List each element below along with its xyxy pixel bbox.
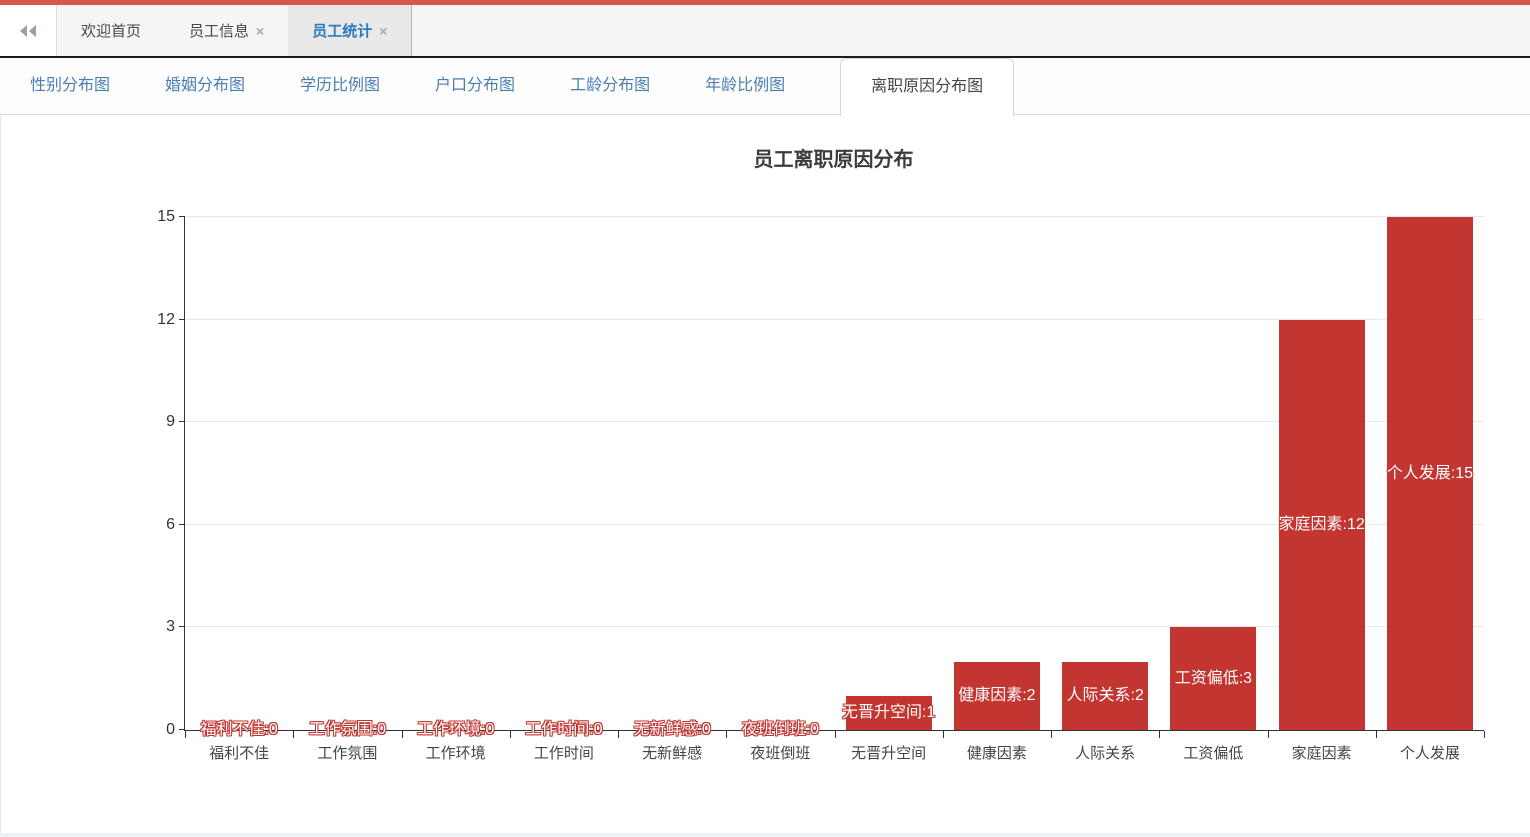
x-axis-category-label: 工作氛围 <box>317 742 377 763</box>
y-axis-label: 3 <box>133 616 175 638</box>
bar-value-label: 工作氛围:0 <box>309 719 386 741</box>
x-axis-category-label: 健康因素 <box>967 742 1027 763</box>
x-axis-category-label: 家庭因素 <box>1292 742 1352 763</box>
y-axis-tick <box>179 729 185 730</box>
window-tab-0[interactable]: 欢迎首页 <box>57 5 165 56</box>
chart-tab-5[interactable]: 年龄比例图 <box>705 58 785 114</box>
bar-value-label: 夜班倒班:0 <box>742 719 819 741</box>
x-axis-category-label: 无新鲜感 <box>642 742 702 763</box>
x-axis-tick <box>185 731 186 738</box>
x-axis-category-label: 个人发展 <box>1400 742 1460 763</box>
bar-value-label: 无新鲜感:0 <box>633 719 710 741</box>
window-tab-label: 欢迎首页 <box>81 20 141 41</box>
y-axis-label: 9 <box>133 411 175 433</box>
bar-value-label: 健康因素:2 <box>958 685 1035 707</box>
x-axis-category-label: 工资偏低 <box>1183 742 1243 763</box>
bottom-edge-strip <box>0 833 1530 837</box>
chart-tab-4[interactable]: 工龄分布图 <box>570 58 650 114</box>
x-axis-category-label: 工作时间 <box>534 742 594 763</box>
tab-close-icon[interactable]: × <box>379 24 387 38</box>
x-axis-tick <box>943 731 944 738</box>
window-tabs: 欢迎首页 员工信息 × 员工统计 × <box>57 5 412 56</box>
x-axis-category-label: 夜班倒班 <box>750 742 810 763</box>
window-tab-bar: 欢迎首页 员工信息 × 员工统计 × <box>0 5 1530 58</box>
y-axis-tick <box>179 524 185 525</box>
window-tab-1[interactable]: 员工信息 × <box>165 5 288 56</box>
y-axis-label: 15 <box>133 206 175 228</box>
x-axis-tick <box>293 731 294 738</box>
collapse-tabs-button[interactable] <box>0 5 57 56</box>
gridline <box>185 216 1484 217</box>
chart-title: 员工离职原因分布 <box>184 143 1483 172</box>
y-axis-tick <box>179 626 185 627</box>
x-axis-category-label: 福利不佳 <box>209 742 269 763</box>
bar-value-label: 无晋升空间:1 <box>842 702 935 724</box>
x-axis-tick <box>835 731 836 738</box>
y-axis-tick <box>179 216 185 217</box>
bar-chart-plot: 03691215福利不佳:0福利不佳工作氛围:0工作氛围工作环境:0工作环境工作… <box>184 217 1484 731</box>
bar-value-label: 个人发展:15 <box>1387 463 1473 485</box>
window-tab-label: 员工信息 <box>189 20 249 41</box>
tab-close-icon[interactable]: × <box>256 24 264 38</box>
x-axis-tick <box>726 731 727 738</box>
chart-tab-1[interactable]: 婚姻分布图 <box>165 58 245 114</box>
bar-value-label: 工作时间:0 <box>525 719 602 741</box>
bar-value-label: 福利不佳:0 <box>200 719 277 741</box>
y-axis-tick <box>179 421 185 422</box>
y-axis-label: 12 <box>133 309 175 331</box>
x-axis-tick <box>1268 731 1269 738</box>
chart-tab-6[interactable]: 离职原因分布图 <box>840 58 1014 116</box>
x-axis-tick <box>402 731 403 738</box>
chart-tab-2[interactable]: 学历比例图 <box>300 58 380 114</box>
bar-value-label: 家庭因素:12 <box>1279 514 1365 536</box>
window-tab-2[interactable]: 员工统计 × <box>288 5 412 56</box>
chart-tab-bar: 性别分布图婚姻分布图学历比例图户口分布图工龄分布图年龄比例图离职原因分布图 <box>0 58 1530 115</box>
chart-tab-0[interactable]: 性别分布图 <box>30 58 110 114</box>
x-axis-category-label: 无晋升空间 <box>851 742 926 763</box>
double-left-arrow-icon <box>19 24 37 38</box>
x-axis-tick <box>1159 731 1160 738</box>
y-axis-label: 6 <box>133 514 175 536</box>
x-axis-tick <box>510 731 511 738</box>
x-axis-tick <box>1484 731 1485 738</box>
x-axis-tick <box>1051 731 1052 738</box>
bar-value-label: 工资偏低:3 <box>1175 668 1252 690</box>
window-tab-label: 员工统计 <box>312 20 372 41</box>
x-axis-tick <box>618 731 619 738</box>
y-axis-label: 0 <box>133 719 175 741</box>
y-axis-tick <box>179 319 185 320</box>
bar-value-label: 人际关系:2 <box>1066 685 1143 707</box>
chart-panel: 员工离职原因分布 03691215福利不佳:0福利不佳工作氛围:0工作氛围工作环… <box>0 115 1530 837</box>
x-axis-category-label: 人际关系 <box>1075 742 1135 763</box>
app-window: 欢迎首页 员工信息 × 员工统计 × 性别分布图婚姻分布图学历比例图户口分布图工龄分布图… <box>0 0 1530 837</box>
chart-tab-3[interactable]: 户口分布图 <box>435 58 515 114</box>
x-axis-tick <box>1376 731 1377 738</box>
bar-value-label: 工作环境:0 <box>417 719 494 741</box>
x-axis-category-label: 工作环境 <box>426 742 486 763</box>
